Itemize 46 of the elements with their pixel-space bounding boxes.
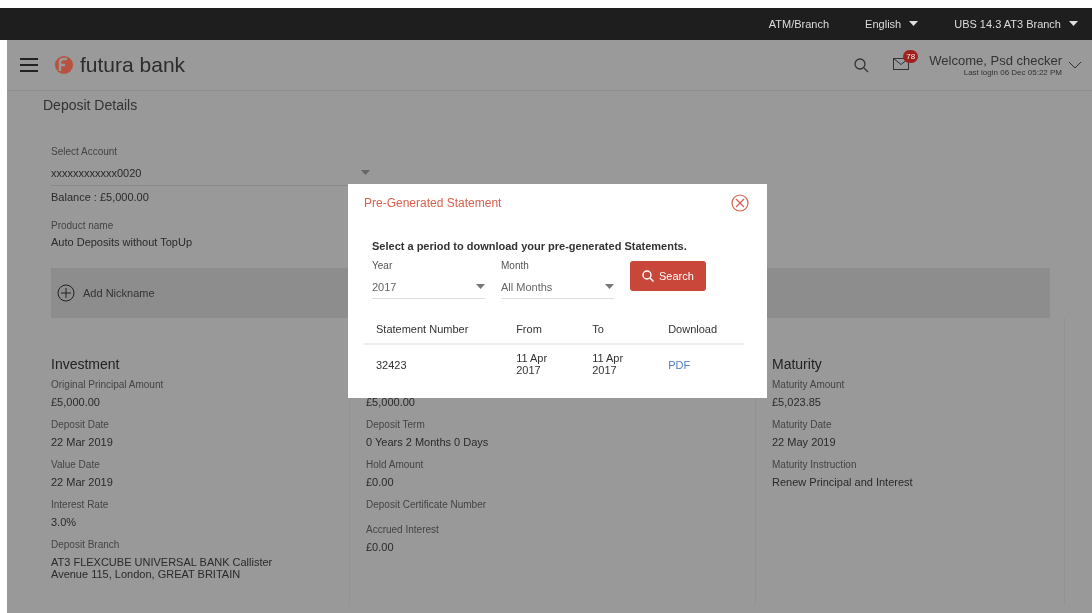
field-label: Original Principal Amount <box>51 379 165 390</box>
field-label: Year <box>372 260 394 271</box>
section-heading: Maturity <box>772 356 823 373</box>
field-value: £0.00 <box>366 541 395 553</box>
field-value: 3.0% <box>51 516 78 528</box>
table-cell: 11 Apr 2017 <box>592 352 624 376</box>
field-value: Renew Principal and Interest <box>772 476 914 488</box>
field-label: Value Date <box>51 459 101 470</box>
field-label: Maturity Instruction <box>772 459 858 470</box>
field-value: AT3 FLEXCUBE UNIVERSAL BANK Callister Avenue 115, London, GREAT BRITAIN <box>51 556 274 580</box>
field-label: Month <box>501 260 530 271</box>
field-label: Hold Amount <box>366 459 425 470</box>
field-label: Maturity Date <box>772 419 833 430</box>
field-label: Accrued Interest <box>366 524 440 535</box>
field-value: 22 May 2019 <box>772 436 837 448</box>
field-label: Maturity Amount <box>772 379 846 390</box>
notification-badge: 78 <box>903 50 919 63</box>
field-value: Auto Deposits without TopUp <box>51 236 193 248</box>
field-value: £5,000.00 <box>366 396 416 408</box>
table-cell: 32423 <box>376 359 407 371</box>
section-heading: Investment <box>51 356 121 373</box>
field-value: £5,023.85 <box>772 396 822 408</box>
field-value: 0 Years 2 Months 0 Days <box>366 436 490 448</box>
field-value: £0.00 <box>366 476 395 488</box>
column-header: To <box>580 319 657 344</box>
page-title: Deposit Details <box>42 96 139 115</box>
field-value: £5,000.00 <box>51 396 101 408</box>
field-label: Deposit Branch <box>51 539 121 550</box>
column-header: Statement Number <box>364 319 505 344</box>
field-label: Interest Rate <box>51 499 110 510</box>
column-header: Download <box>656 319 744 344</box>
field-label: Product name <box>51 220 115 231</box>
balance-text: Balance : £5,000.00 <box>51 191 149 203</box>
last-login-text: Last login 06 Dec 05:22 PM <box>963 68 1062 77</box>
field-label: Deposit Date <box>51 419 110 430</box>
logo-text: futura bank <box>80 53 186 77</box>
field-label: Deposit Certificate Number <box>366 499 488 510</box>
table-cell: 11 Apr 2017 <box>516 352 548 376</box>
field-value: 22 Mar 2019 <box>51 476 114 488</box>
dialog-title: Pre-Generated Statement <box>364 196 502 210</box>
column-header: From <box>504 319 581 344</box>
welcome-text: Welcome, Psd checker <box>929 53 1062 68</box>
field-label: Deposit Term <box>366 419 426 430</box>
field-label: Select Account <box>51 146 119 157</box>
instruction-text: Select a period to download your pre-generated Statements. <box>372 240 688 252</box>
field-value: 22 Mar 2019 <box>51 436 114 448</box>
